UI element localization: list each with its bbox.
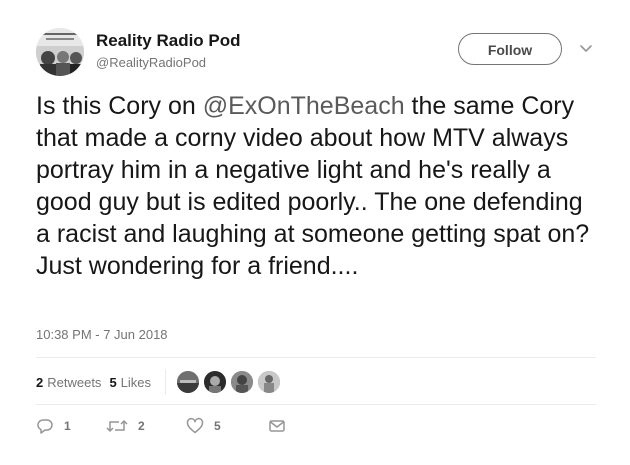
like-count: 5 <box>214 419 221 433</box>
heart-icon <box>186 417 204 435</box>
liker-avatar[interactable] <box>257 370 282 394</box>
follow-button[interactable]: Follow <box>458 33 562 65</box>
tweet-text: Is this Cory on @ExOnTheBeach the same C… <box>36 90 596 282</box>
likes-stat[interactable]: 5 Likes <box>109 375 151 390</box>
retweet-button[interactable]: 2 <box>106 417 186 435</box>
reply-icon <box>36 417 54 435</box>
retweets-stat[interactable]: 2 Retweets <box>36 375 101 390</box>
tweet-mention-link[interactable]: @ExOnTheBeach <box>203 92 405 120</box>
retweet-icon <box>106 417 128 435</box>
stats-separator <box>165 369 167 395</box>
liker-avatar[interactable] <box>230 370 255 394</box>
liker-avatar[interactable] <box>176 370 201 394</box>
author-name[interactable]: Reality Radio Pod <box>96 31 241 51</box>
likes-count: 5 <box>109 374 117 390</box>
envelope-icon <box>268 417 286 435</box>
like-button[interactable]: 5 <box>186 417 268 435</box>
retweet-count: 2 <box>138 419 145 433</box>
retweets-label: Retweets <box>47 374 102 390</box>
liker-avatar[interactable] <box>203 370 228 394</box>
tweet-actions: 1 2 5 <box>36 416 286 436</box>
tweet-text-before: Is this Cory on <box>36 92 203 120</box>
dm-button[interactable] <box>268 417 286 435</box>
likes-label: Likes <box>120 374 152 390</box>
tweet-stats: 2 Retweets 5 Likes <box>36 369 284 395</box>
chevron-down-icon[interactable] <box>578 40 594 56</box>
tweet-timestamp[interactable]: 10:38 PM - 7 Jun 2018 <box>36 327 168 342</box>
reply-count: 1 <box>64 419 71 433</box>
reply-button[interactable]: 1 <box>36 417 106 435</box>
author-avatar[interactable] <box>36 28 84 76</box>
retweets-count: 2 <box>36 374 44 390</box>
divider-top <box>36 357 596 358</box>
divider-bottom <box>36 404 596 405</box>
author-handle[interactable]: @RealityRadioPod <box>96 55 206 70</box>
tweet-text-after: the same Cory that made a corny video ab… <box>36 92 590 280</box>
tweet-card: Reality Radio Pod @RealityRadioPod Follo… <box>0 0 630 465</box>
